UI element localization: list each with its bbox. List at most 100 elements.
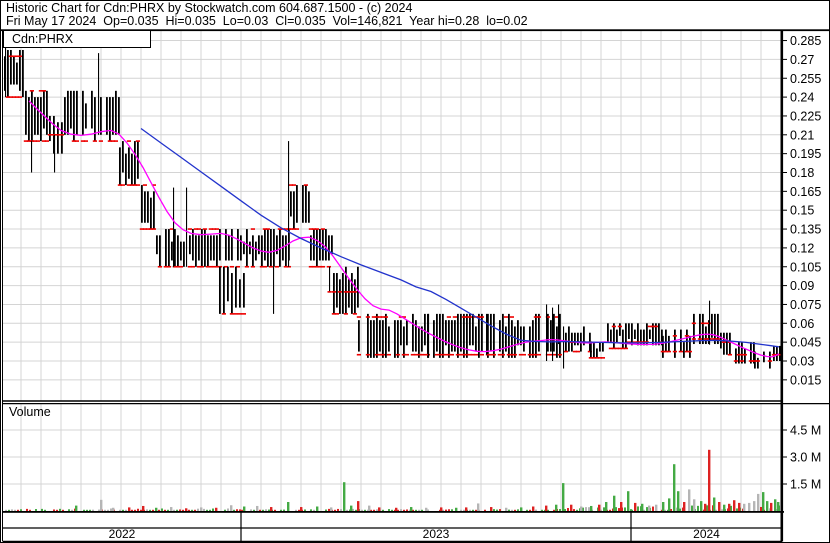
volume-bar (304, 509, 306, 511)
volume-spike-bar (683, 502, 686, 511)
volume-spike-bar (200, 507, 203, 511)
price-bar (662, 335, 664, 358)
volume-bar (697, 505, 699, 511)
volume-bar (376, 509, 378, 511)
close-tick (767, 360, 772, 362)
price-bar (757, 357, 759, 369)
price-bar (538, 313, 540, 352)
volume-bar (203, 508, 205, 511)
price-bar (463, 313, 465, 358)
close-tick (237, 313, 242, 315)
volume-bar (86, 509, 88, 511)
volume-bar (760, 506, 762, 511)
volume-bar (146, 509, 148, 511)
volume-bar (541, 509, 543, 511)
price-bar (227, 266, 229, 302)
close-tick (268, 265, 273, 268)
close-tick (479, 353, 484, 356)
price-bar (385, 313, 387, 358)
volume-bar (298, 509, 300, 511)
price-bar (73, 90, 75, 142)
price-bar (308, 191, 310, 223)
close-tick (229, 313, 234, 315)
volume-spike-bar (655, 504, 658, 511)
price-bar (91, 90, 93, 129)
price-bar (43, 90, 45, 129)
close-tick (320, 228, 325, 230)
close-tick (678, 350, 683, 353)
volume-bar (469, 509, 471, 511)
plot-right-border (780, 30, 784, 542)
volume-bar (140, 509, 142, 511)
price-bar (590, 342, 592, 358)
volume-spike-bar (155, 507, 158, 511)
price-bar (106, 97, 108, 135)
volume-spike-bar (641, 503, 644, 511)
price-wick (98, 53, 100, 135)
volume-spike-bar (455, 507, 458, 511)
close-tick (157, 265, 162, 268)
volume-spike-bar (440, 507, 443, 511)
volume-spike-bar (648, 505, 651, 511)
close-tick (684, 335, 689, 337)
volume-spike-bar (330, 507, 333, 511)
volume-bar (26, 508, 28, 511)
volume-bar (325, 509, 327, 511)
price-bar (702, 313, 704, 345)
close-tick (294, 228, 299, 230)
price-bar (610, 329, 612, 343)
price-bar (412, 313, 414, 352)
volume-bar (107, 509, 109, 511)
close-tick (446, 316, 451, 318)
volume-bar (209, 509, 211, 511)
close-tick (196, 228, 201, 230)
price-bar (213, 235, 215, 261)
price-bar (195, 235, 197, 267)
price-axis-label: 0.165 (790, 185, 821, 199)
volume-spike-bar (700, 501, 703, 511)
volume-bar (125, 509, 127, 511)
volume-spike-bar (605, 502, 608, 511)
price-bar (122, 141, 124, 173)
price-bar (499, 320, 501, 352)
volume-bar (17, 509, 19, 511)
close-tick (250, 228, 255, 230)
price-axis-label: 0.24 (790, 91, 814, 105)
close-tick (521, 353, 526, 356)
volume-bar (472, 509, 474, 511)
volume-bar (236, 509, 238, 511)
volume-spike-bar (662, 502, 665, 511)
price-bar (76, 90, 78, 135)
volume-bar (529, 509, 531, 511)
close-tick (314, 228, 319, 230)
close-tick (365, 353, 370, 356)
price-bar (144, 191, 146, 223)
volume-bar (206, 509, 208, 511)
volume-bar (526, 509, 528, 511)
volume-bar (313, 509, 315, 511)
price-bar (94, 97, 96, 142)
price-bar (769, 351, 771, 369)
price-bar (223, 266, 225, 314)
price-bar (342, 273, 344, 314)
volume-bar (14, 509, 16, 511)
volume-bar (517, 509, 519, 511)
price-bar (472, 313, 474, 346)
price-bar (115, 90, 117, 135)
volume-bar (265, 509, 267, 511)
price-bar (37, 97, 39, 135)
volume-bar (35, 509, 37, 511)
close-tick (274, 265, 279, 268)
price-bar (134, 141, 136, 186)
volume-bar (576, 509, 578, 511)
price-bar (276, 235, 278, 255)
price-bar (773, 345, 775, 361)
volume-bar (8, 509, 10, 511)
volume-bar (609, 509, 611, 511)
close-tick (190, 265, 195, 268)
volume-bar (415, 509, 417, 511)
volume-bar (346, 509, 348, 511)
volume-spike-bar (757, 493, 760, 511)
price-axis-label: 0.09 (790, 279, 814, 293)
price-bar (619, 323, 621, 336)
